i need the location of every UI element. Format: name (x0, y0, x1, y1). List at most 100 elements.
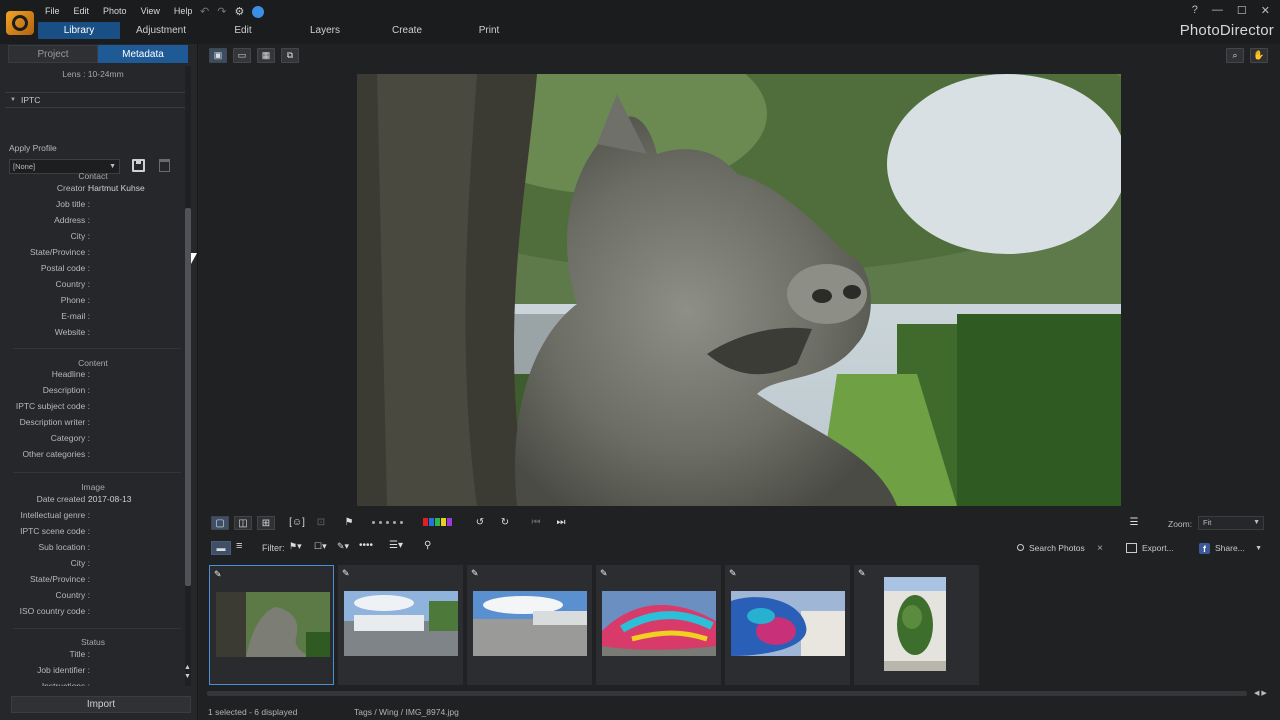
filmstrip-scroll-arrows[interactable]: ◀ ▶ (1254, 689, 1267, 697)
menu-file[interactable]: File (45, 6, 60, 16)
metadata-field-value[interactable]: 2017-08-13 (88, 494, 131, 504)
maximize-button[interactable]: ☐ (1237, 4, 1247, 17)
compare-two-view-icon[interactable]: ◫ (234, 516, 252, 530)
color-label-swatch[interactable] (447, 518, 452, 527)
previous-photo-icon[interactable]: ⏮ (529, 516, 543, 530)
compare-view-icon[interactable]: ⧉ (281, 48, 299, 63)
color-label-swatch[interactable] (423, 518, 428, 527)
metadata-field-label: Website : (54, 327, 90, 337)
thumbnail-3[interactable]: ✎ (467, 565, 592, 685)
thumbnail-image (602, 591, 716, 656)
metadata-field-label: E-mail : (61, 311, 90, 321)
rating-stars[interactable] (367, 516, 407, 530)
mode-tabs: Library Adjustment Edit Layers Create Pr… (38, 22, 530, 39)
clear-search-icon[interactable]: × (1097, 541, 1103, 556)
thumbnail-4[interactable]: ✎ (596, 565, 721, 685)
divider (13, 348, 181, 349)
rotate-right-icon[interactable]: ↻ (498, 516, 512, 530)
thumbnail-2[interactable]: ✎ (338, 565, 463, 685)
help-button[interactable]: ? (1192, 4, 1198, 17)
metadata-field-label: Other categories : (22, 449, 90, 459)
face-tagging-icon[interactable]: [☺] (287, 516, 307, 530)
thumbnail-6[interactable]: ✎ (854, 565, 979, 685)
single-view-icon[interactable]: ▣ (209, 48, 227, 63)
tab-library[interactable]: Library (38, 22, 120, 39)
notification-icon[interactable] (252, 6, 265, 18)
share-button[interactable]: f Share... ▼ (1199, 541, 1265, 556)
tab-layers[interactable]: Layers (284, 22, 366, 39)
sort-icon[interactable]: ☰▾ (389, 540, 403, 551)
pan-hand-icon[interactable]: ✋ (1250, 48, 1268, 63)
filmstrip-scrollbar[interactable] (207, 691, 1247, 696)
grid-view-icon[interactable]: ▦ (257, 48, 275, 63)
multi-view-icon[interactable]: ⊞ (257, 516, 275, 530)
close-button[interactable]: ✕ (1261, 4, 1270, 17)
metadata-field-label: Address : (54, 215, 90, 225)
options-menu-icon[interactable]: ☰ (1125, 516, 1143, 530)
tab-print[interactable]: Print (448, 22, 530, 39)
metadata-field-label: City : (70, 558, 90, 568)
metadata-field-label: Job identifier : (37, 665, 90, 675)
metadata-field-label: Sub location : (38, 542, 90, 552)
title-bar: File Edit Photo View Help ↶ ↷ ⚙ ? — ☐ ✕ … (0, 0, 1280, 44)
next-photo-icon[interactable]: ⏭ (554, 516, 568, 530)
metadata-field-label: City : (70, 231, 90, 241)
zoom-dropdown[interactable]: Fit ▼ (1198, 516, 1264, 530)
tag-icon: ✎ (214, 569, 222, 579)
metadata-field-label: Country : (55, 590, 91, 600)
filter-label-icon[interactable]: ☐▾ (314, 541, 327, 552)
scroll-down-icon[interactable]: ▼ (184, 673, 191, 680)
undo-icon[interactable]: ↶ (200, 5, 209, 18)
lens-row: Lens : 10-24mm (62, 69, 124, 79)
single-photo-view-icon[interactable]: ▢ (211, 516, 229, 530)
color-label-swatch[interactable] (435, 518, 440, 527)
color-label-swatch[interactable] (429, 518, 434, 527)
menu-edit[interactable]: Edit (74, 6, 90, 16)
photo-toolbar: ▢ ◫ ⊞ [☺] ⊡ ⚑ ↺ ↻ ⏮ ⏭ ☰ Zoom: Fit ▼ (199, 513, 1280, 533)
thumbnail-1[interactable]: ✎ (209, 565, 334, 685)
menu-help[interactable]: Help (174, 6, 193, 16)
tab-create[interactable]: Create (366, 22, 448, 39)
zoom-magnifier-icon[interactable]: ⌕ (1226, 48, 1244, 63)
color-label-picker[interactable] (413, 516, 463, 530)
tag-icon: ✎ (342, 568, 350, 578)
image-section-title: Image (81, 482, 105, 492)
viewer-icon[interactable]: ▭ (233, 48, 251, 63)
filmstrip-view-icon[interactable]: ▬ (211, 541, 231, 555)
metadata-field-label: Job title : (55, 199, 90, 209)
import-button[interactable]: Import (11, 696, 191, 713)
tab-project[interactable]: Project (8, 45, 98, 63)
iptc-section-header[interactable]: IPTC (5, 92, 185, 108)
menu-view[interactable]: View (141, 6, 160, 16)
search-placeholder: Search Photos (1029, 543, 1085, 553)
add-to-icon[interactable]: ⊡ (314, 516, 328, 530)
rotate-left-icon[interactable]: ↺ (473, 516, 487, 530)
list-view-icon[interactable]: ≡ (236, 540, 242, 552)
tab-adjustment[interactable]: Adjustment (120, 22, 202, 39)
metadata-field-value[interactable]: Hartmut Kuhse (88, 183, 145, 193)
settings-gear-icon[interactable]: ⚙ (234, 5, 244, 18)
metadata-scroll-area[interactable]: Lens : 10-24mm IPTC Apply Profile [None]… (5, 66, 185, 686)
tab-metadata[interactable]: Metadata (98, 45, 188, 63)
tab-edit[interactable]: Edit (202, 22, 284, 39)
metadata-field-label: Title : (69, 649, 90, 659)
metadata-field-label: Intellectual genre : (20, 510, 90, 520)
thumbnail-5[interactable]: ✎ (725, 565, 850, 685)
minimize-button[interactable]: — (1212, 4, 1223, 17)
facebook-icon: f (1199, 543, 1210, 554)
flag-icon[interactable]: ⚑ (341, 516, 357, 530)
content-section-title: Content (78, 358, 108, 368)
search-photos-field[interactable]: Search Photos × (1014, 541, 1106, 556)
scroll-up-icon[interactable]: ▲ (184, 664, 191, 671)
menu-photo[interactable]: Photo (103, 6, 127, 16)
main-photo[interactable] (357, 74, 1121, 506)
apply-profile-label: Apply Profile (9, 143, 57, 153)
person-filter-icon[interactable]: ⚲ (424, 540, 431, 551)
filter-edit-icon[interactable]: ✎▾ (337, 541, 349, 552)
filter-rating-icon[interactable]: •••• (359, 540, 373, 551)
color-label-swatch[interactable] (441, 518, 446, 527)
panel-scrollbar-thumb[interactable] (185, 208, 191, 586)
filter-flag-icon[interactable]: ⚑▾ (289, 541, 302, 552)
redo-icon[interactable]: ↷ (217, 5, 226, 18)
export-button[interactable]: Export... (1126, 541, 1174, 556)
